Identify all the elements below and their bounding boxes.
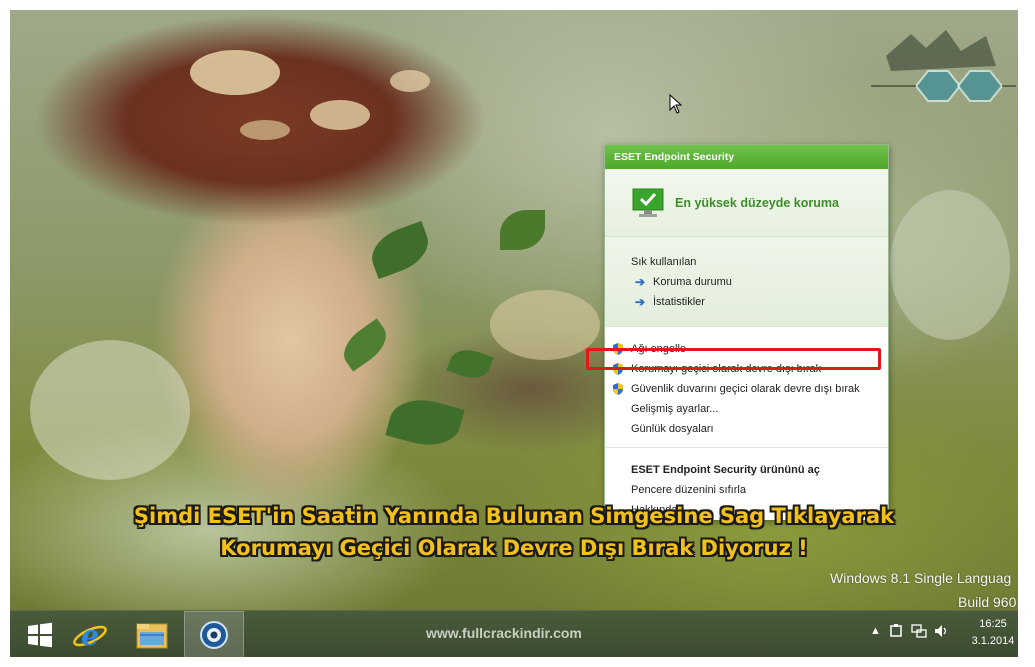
watermark-edition: Windows 8.1 Single Languag bbox=[830, 570, 1012, 586]
windows-watermark: Windows 8.1 Single Languag Build 960 bbox=[830, 566, 1018, 614]
menu-item-disable-firewall[interactable]: Güvenlik duvarını geçici olarak devre dı… bbox=[611, 379, 888, 399]
protection-status[interactable]: En yüksek düzeyde koruma bbox=[605, 169, 888, 237]
menu-item-label: Gelişmiş ayarlar... bbox=[631, 403, 719, 415]
wallpaper-spot bbox=[30, 340, 190, 480]
wallpaper-leaf bbox=[385, 391, 465, 454]
wallpaper-spot bbox=[390, 70, 430, 92]
wallpaper-spot bbox=[310, 100, 370, 130]
menu-item-label: Günlük dosyaları bbox=[631, 423, 714, 435]
arrow-right-icon: ➔ bbox=[635, 275, 646, 289]
eset-context-menu: ESET Endpoint Security En yüksek düzeyde… bbox=[604, 144, 889, 520]
monitor-check-icon bbox=[632, 188, 664, 218]
menu-item-advanced-settings[interactable]: Gelişmiş ayarlar... bbox=[611, 399, 888, 419]
frequent-title: Sık kullanılan bbox=[631, 256, 697, 268]
network-icon[interactable] bbox=[911, 623, 927, 639]
wallpaper-leaf bbox=[335, 318, 395, 372]
menu-item-log-files[interactable]: Günlük dosyaları bbox=[611, 419, 888, 439]
show-hidden-icons-icon[interactable]: ▲ bbox=[870, 625, 881, 637]
eset-menu-title: ESET Endpoint Security bbox=[605, 145, 888, 169]
wallpaper-leaf bbox=[364, 220, 436, 280]
site-logo bbox=[871, 30, 1016, 102]
menu-item-open-eset[interactable]: ESET Endpoint Security ürününü aç bbox=[631, 460, 888, 480]
folder-icon bbox=[136, 623, 168, 648]
wallpaper-spot bbox=[190, 50, 280, 95]
internet-explorer-icon: e bbox=[73, 619, 107, 652]
wallpaper-spot bbox=[890, 190, 1010, 340]
protection-status-text: En yüksek düzeyde koruma bbox=[675, 195, 839, 210]
menu-item-label: Güvenlik duvarını geçici olarak devre dı… bbox=[631, 383, 860, 395]
mouse-cursor-icon bbox=[669, 94, 683, 114]
menu-item-label: Koruma durumu bbox=[653, 276, 732, 288]
clock-time: 16:25 bbox=[979, 618, 1007, 630]
frequent-section: Sık kullanılan ➔ Koruma durumu ➔ İstatis… bbox=[605, 237, 888, 327]
caption-line-2: Korumayı Geçici Olarak Devre Dışı Bırak … bbox=[220, 536, 808, 560]
taskbar: e www.fullcrackindir.com ▲ 16:25 3.1.201… bbox=[10, 610, 1018, 657]
power-icon[interactable] bbox=[888, 623, 904, 639]
site-url-watermark: www.fullcrackindir.com bbox=[426, 625, 582, 641]
wallpaper-leaf bbox=[446, 344, 494, 384]
taskbar-clock[interactable]: 16:25 3.1.2014 bbox=[968, 616, 1018, 650]
screen: ESET Endpoint Security En yüksek düzeyde… bbox=[10, 10, 1018, 657]
arrow-right-icon: ➔ bbox=[635, 295, 646, 309]
wallpaper-spot bbox=[490, 290, 600, 360]
menu-item-label: İstatistikler bbox=[653, 296, 705, 308]
clock-date: 3.1.2014 bbox=[971, 635, 1015, 647]
volume-icon[interactable] bbox=[934, 623, 950, 639]
menu-item-koruma-durumu[interactable]: ➔ Koruma durumu bbox=[631, 272, 888, 292]
svg-text:e: e bbox=[81, 619, 99, 652]
uac-shield-icon bbox=[613, 383, 623, 395]
taskbar-internet-explorer[interactable]: e bbox=[60, 611, 120, 657]
windows-logo-icon bbox=[28, 622, 52, 647]
taskbar-eset[interactable] bbox=[184, 611, 244, 657]
menu-item-reset-layout[interactable]: Pencere düzenini sıfırla bbox=[631, 480, 888, 500]
eset-eye-icon bbox=[200, 620, 228, 649]
actions-section: Ağı engelle Korumayı geçici olarak devre… bbox=[605, 327, 888, 448]
taskbar-file-explorer[interactable] bbox=[122, 611, 182, 657]
menu-item-istatistikler[interactable]: ➔ İstatistikler bbox=[631, 292, 888, 312]
caption-line-1: Şimdi ESET'in Saatin Yanında Bulunan Sim… bbox=[133, 504, 895, 528]
wallpaper-leaf bbox=[500, 210, 545, 250]
highlight-box bbox=[586, 348, 881, 370]
wallpaper-spot bbox=[240, 120, 290, 140]
system-tray: ▲ bbox=[870, 623, 950, 639]
